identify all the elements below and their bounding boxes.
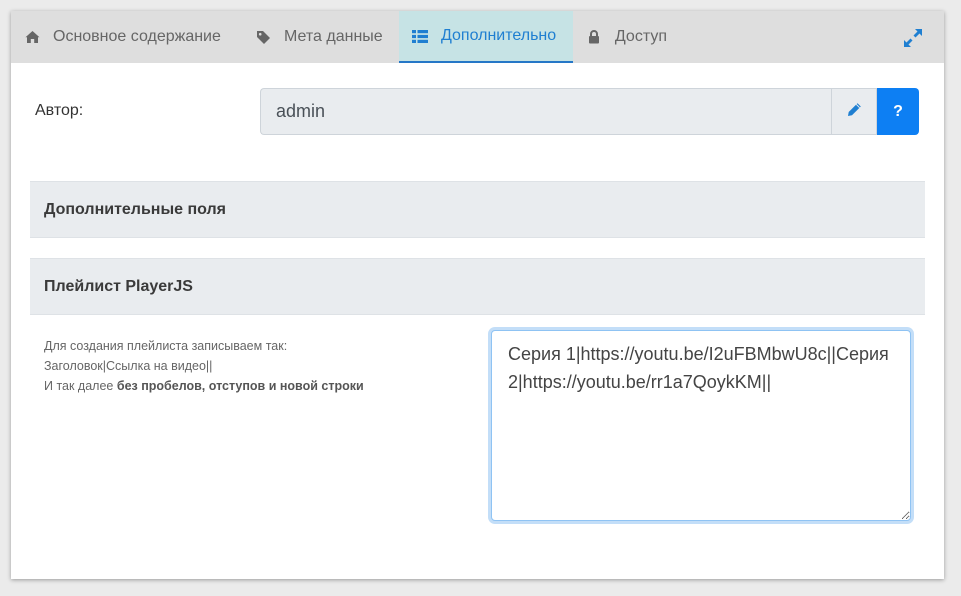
pencil-icon xyxy=(847,102,862,122)
help-button[interactable]: ? xyxy=(877,88,919,135)
tab-label: Основное содержание xyxy=(53,28,221,45)
home-icon xyxy=(24,29,40,45)
expand-icon[interactable] xyxy=(902,27,924,49)
help-line-3: И так далее без пробелов, отступов и нов… xyxy=(44,376,364,396)
tab-label: Доступ xyxy=(614,28,667,45)
playlist-help-text: Для создания плейлиста записываем так: З… xyxy=(44,336,364,396)
author-input-group: ? xyxy=(260,88,919,135)
help-line-3-bold: без пробелов, отступов и новой строки xyxy=(116,379,364,393)
tab-label: Дополнительно xyxy=(441,27,557,44)
playlist-textarea[interactable]: Серия 1|https://youtu.be/I2uFBMbwU8c||Се… xyxy=(491,330,911,521)
help-line-1: Для создания плейлиста записываем так: xyxy=(44,339,288,353)
list-icon xyxy=(412,28,428,44)
tab-additional[interactable]: Дополнительно xyxy=(399,11,573,63)
tag-icon xyxy=(255,29,271,45)
lock-icon xyxy=(586,29,602,45)
help-line-2: Заголовок|Ссылка на видео|| xyxy=(44,359,213,373)
extra-fields-header[interactable]: Дополнительные поля xyxy=(30,181,925,238)
author-field[interactable] xyxy=(260,88,831,135)
tab-main-content[interactable]: Основное содержание xyxy=(11,11,242,63)
tab-access[interactable]: Доступ xyxy=(573,11,683,63)
tab-meta-data[interactable]: Мета данные xyxy=(242,11,399,63)
help-line-3-plain: И так далее xyxy=(44,379,117,393)
tab-label: Мета данные xyxy=(284,28,383,45)
edit-author-button[interactable] xyxy=(831,88,877,135)
author-label: Автор: xyxy=(35,102,84,119)
playlist-header[interactable]: Плейлист PlayerJS xyxy=(30,258,925,315)
editor-panel: Основное содержание Мета данные Дополнит… xyxy=(11,11,944,579)
tab-bar: Основное содержание Мета данные Дополнит… xyxy=(11,11,944,63)
